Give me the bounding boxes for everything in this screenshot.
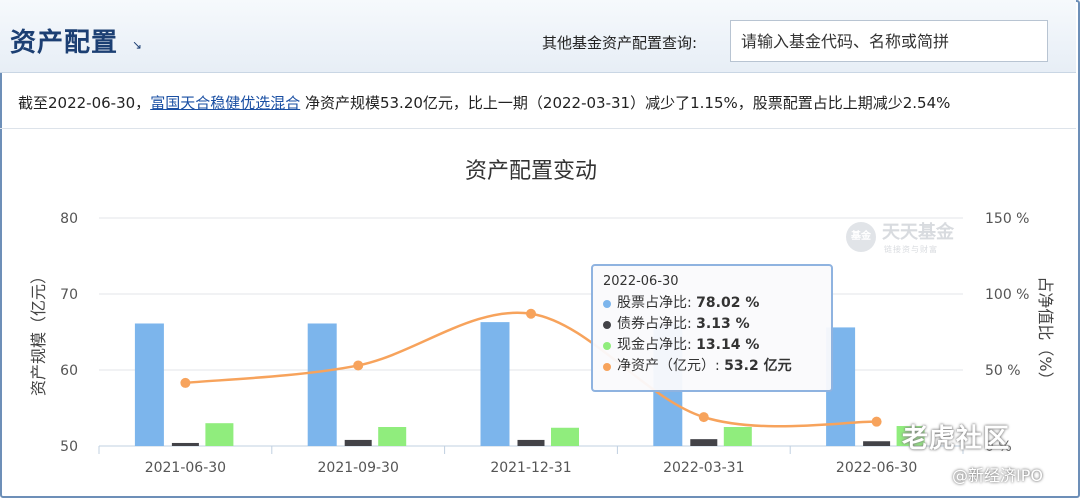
tooltip-label: 现金占净比: (617, 337, 697, 353)
expand-arrow-icon[interactable]: ↘ (132, 38, 142, 52)
bar-bond (171, 442, 199, 446)
tooltip-row-bond: 债券占净比: 3.13 % (603, 314, 821, 335)
tooltip-label: 债券占净比: (617, 316, 697, 332)
x-tick-label: 2022-06-30 (836, 460, 917, 476)
bar-cash (378, 427, 407, 446)
net-assets-point (353, 360, 364, 371)
fund-search-input[interactable] (730, 20, 1048, 62)
net-assets-point (871, 416, 882, 427)
y-tick-label-right: 100 % (985, 287, 1029, 303)
panel-header: 资产配置 ↘ 其他基金资产配置查询: (0, 0, 1076, 73)
bar-stock (134, 323, 164, 446)
tooltip-value: 78.02 % (696, 295, 760, 311)
x-tick-label: 2021-12-31 (490, 460, 571, 476)
tooltip-row-cash: 现金占净比: 13.14 % (603, 335, 821, 356)
account-watermark: @新经济IPO (952, 466, 1043, 485)
summary-line: 截至2022-06-30，富国天合稳健优选混合 净资产规模53.20亿元，比上一… (18, 92, 950, 113)
brand-logo-icon: 基金 (846, 222, 876, 252)
bar-bond (690, 439, 718, 446)
bar-cash (205, 423, 234, 446)
net-assets-point (698, 412, 709, 423)
brand-watermark: 基金 天天基金 链接资与财富 (846, 218, 966, 258)
bar-bond (344, 439, 372, 446)
bar-cash (723, 427, 752, 446)
legend-dot-icon (603, 299, 611, 308)
divider (0, 128, 1076, 129)
y-axis-title-left: 资产规模（亿元） (29, 268, 48, 396)
tooltip-value: 53.2 亿元 (724, 358, 792, 374)
bar-cash (551, 427, 579, 446)
tooltip-value: 13.14 % (696, 337, 760, 353)
query-label: 其他基金资产配置查询: (542, 34, 698, 52)
bar-stock (480, 322, 510, 446)
bar-bond (517, 439, 545, 446)
tooltip-value: 3.13 % (696, 316, 750, 332)
y-tick-label-left: 80 (60, 211, 78, 227)
page-title: 资产配置 (10, 28, 119, 58)
y-tick-label-left: 50 (60, 439, 78, 455)
brand-name: 天天基金 (882, 222, 954, 243)
net-assets-point (526, 308, 536, 319)
tooltip-date: 2022-06-30 (603, 274, 679, 289)
y-tick-label-right: 150 % (985, 211, 1029, 227)
community-watermark: 老虎社区 (902, 424, 1011, 454)
tooltip-row-net-assets: 净资产（亿元）: 53.2 亿元 (603, 356, 821, 377)
tooltip-row-stock: 股票占净比: 78.02 % (603, 293, 821, 314)
chart-tooltip: 2022-06-30 股票占净比: 78.02 % 债券占净比: 3.13 % … (591, 264, 833, 392)
y-axis-title-right: 占净值比（%） (1036, 276, 1055, 387)
chart-title: 资产配置变动 (465, 159, 597, 184)
bar-bond (863, 441, 891, 446)
net-assets-point (180, 377, 191, 388)
x-tick-label: 2021-06-30 (145, 460, 226, 476)
y-tick-label-left: 70 (60, 287, 78, 303)
summary-prefix: 截至2022-06-30， (18, 94, 151, 112)
x-tick-label: 2022-03-31 (663, 460, 744, 476)
tooltip-label: 股票占净比: (617, 295, 697, 311)
y-tick-label-left: 60 (60, 363, 78, 379)
fund-name-link[interactable]: 富国天合稳健优选混合 (150, 94, 300, 112)
brand-slogan: 链接资与财富 (884, 245, 938, 254)
legend-dot-icon (603, 320, 611, 329)
legend-dot-icon (603, 362, 611, 371)
y-tick-label-right: 50 % (985, 363, 1021, 379)
summary-suffix: 净资产规模53.20亿元，比上一期（2022-03-31）减少了1.15%，股票… (300, 94, 951, 112)
legend-dot-icon (603, 341, 611, 350)
bar-stock (307, 323, 337, 446)
tooltip-label: 净资产（亿元）: (617, 358, 725, 374)
x-tick-label: 2021-09-30 (318, 460, 399, 476)
